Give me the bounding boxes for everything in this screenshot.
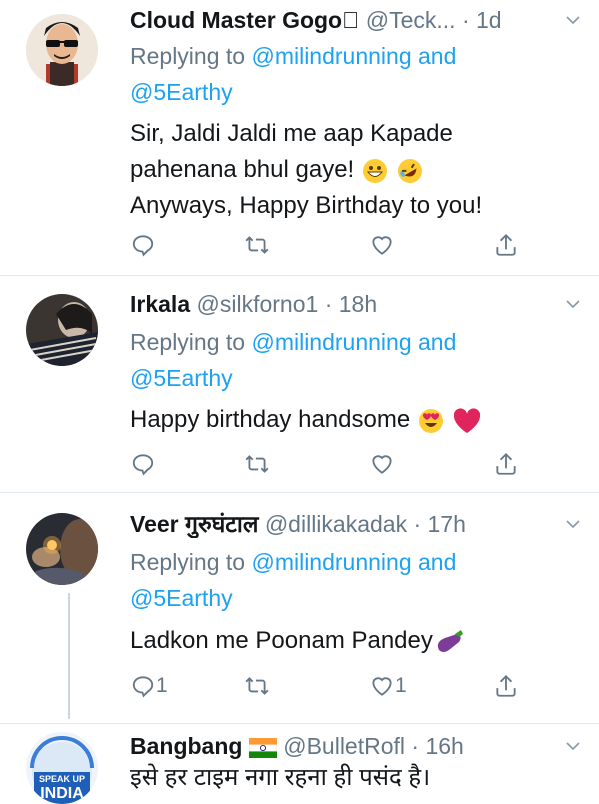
tweet-4[interactable]: SPEAK UP INDIA Bangbang @BulletRofl · 16… [0, 724, 599, 804]
caret-down-icon[interactable] [565, 738, 581, 754]
mention-link[interactable]: @5Earthy [130, 79, 233, 105]
rofl-emoji-icon [397, 158, 422, 183]
reply-icon [132, 235, 154, 257]
display-name[interactable]: Irkala [130, 291, 190, 317]
profile-photo-image [26, 513, 98, 585]
tweet-header: Veer गुरुघंटाल @dillikakadak · 17h [130, 510, 559, 538]
timestamp[interactable]: · 18h [325, 291, 377, 317]
reply-button[interactable] [130, 230, 156, 260]
caret-down-icon[interactable] [565, 12, 581, 28]
share-button[interactable] [493, 230, 519, 260]
retweet-icon [245, 236, 269, 254]
mention-link[interactable]: @milindrunning and [251, 43, 456, 69]
tweet-actions [130, 449, 520, 479]
avatar[interactable] [26, 294, 98, 366]
share-button[interactable] [493, 449, 519, 479]
display-name[interactable]: Bangbang [130, 733, 242, 759]
cartoon-avatar-image [26, 14, 98, 86]
mention-link[interactable]: @5Earthy [130, 365, 233, 391]
display-name[interactable]: Cloud Master Gogo [130, 7, 359, 33]
reply-button[interactable]: 1 [130, 671, 168, 701]
logo-text: SPEAK UP [39, 774, 85, 784]
replying-to: Replying to @milindrunning and @5Earthy [130, 43, 457, 105]
share-icon [496, 233, 516, 256]
tweet-text: Happy birthday handsome [130, 402, 570, 438]
share-button[interactable] [493, 671, 519, 701]
caret-down-icon[interactable] [565, 296, 581, 312]
avatar[interactable] [26, 14, 98, 86]
avatar[interactable] [26, 513, 98, 585]
avatar[interactable]: SPEAK UP INDIA [26, 732, 98, 804]
display-name[interactable]: Veer गुरुघंटाल [130, 511, 258, 537]
profile-photo-image [26, 294, 98, 366]
tweet-header: Bangbang @BulletRofl · 16h [130, 732, 559, 760]
mention-link[interactable]: @milindrunning and [251, 329, 456, 355]
timestamp[interactable]: · 1d [462, 7, 502, 33]
like-icon [372, 236, 392, 255]
speak-up-india-logo: SPEAK UP INDIA [26, 732, 98, 804]
grinning-emoji-icon [362, 158, 387, 183]
username[interactable]: @silkforno1 [197, 291, 319, 317]
eggplant-emoji-icon [437, 629, 463, 652]
tweet-2[interactable]: Irkala @silkforno1 · 18h Replying to @mi… [0, 276, 599, 492]
thread-line [68, 593, 70, 719]
replying-to: Replying to @milindrunning and @5Earthy [130, 549, 457, 611]
like-icon [372, 455, 392, 474]
retweet-icon [245, 455, 269, 473]
tweet-text: Ladkon me Poonam Pandey [130, 623, 570, 659]
username[interactable]: @dillikakadak [265, 511, 407, 537]
replying-to: Replying to @milindrunning and @5Earthy [130, 329, 457, 391]
username[interactable]: @Teck... [366, 7, 456, 33]
like-icon [372, 677, 392, 696]
tweet-header: Irkala @silkforno1 · 18h [130, 290, 559, 318]
share-icon [496, 452, 516, 475]
reply-count: 1 [156, 674, 168, 697]
reply-button[interactable] [130, 449, 156, 479]
tweet-header: Cloud Master Gogo⃞ @Teck... · 1d [130, 6, 559, 34]
reply-icon [132, 454, 154, 476]
mention-link[interactable]: @5Earthy [130, 585, 233, 611]
share-icon [496, 674, 516, 697]
retweet-button[interactable] [244, 449, 270, 479]
like-button[interactable] [369, 449, 395, 479]
red-heart-emoji-icon [453, 408, 480, 433]
like-button[interactable]: 1 [369, 671, 407, 701]
tweet-text: इसे हर टाइम नगा रहना ही पसंद है। [130, 764, 431, 791]
retweet-icon [245, 677, 269, 695]
mention-link[interactable]: @milindrunning and [251, 549, 456, 575]
retweet-button[interactable] [244, 671, 270, 701]
like-count: 1 [395, 674, 407, 697]
tweet-actions: 1 1 [130, 671, 520, 701]
heart-eyes-emoji-icon [418, 408, 443, 433]
logo-text: INDIA [40, 785, 84, 802]
like-button[interactable] [369, 230, 395, 260]
tweet-text: Sir, Jaldi Jaldi me aap Kapade pahenana … [130, 120, 483, 219]
timestamp[interactable]: · 16h [411, 733, 463, 759]
retweet-button[interactable] [244, 230, 270, 260]
tweet-actions [130, 230, 520, 260]
tweet-1[interactable]: Cloud Master Gogo⃞ @Teck... · 1d Replyin… [0, 0, 599, 275]
india-flag-icon [248, 737, 277, 758]
caret-down-icon[interactable] [565, 516, 581, 532]
tweet-3[interactable]: Veer गुरुघंटाल @dillikakadak · 17h Reply… [0, 493, 599, 723]
reply-icon [132, 676, 154, 698]
username[interactable]: @BulletRofl [283, 733, 405, 759]
timestamp[interactable]: · 17h [413, 511, 465, 537]
